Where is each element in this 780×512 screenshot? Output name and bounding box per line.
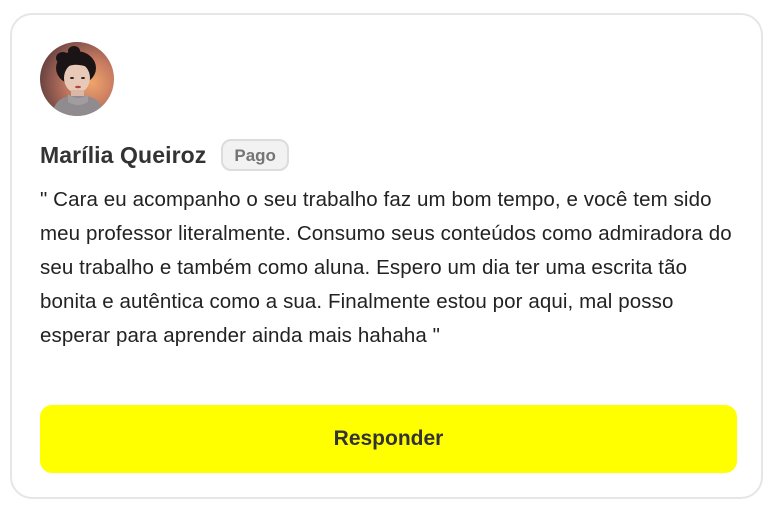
author-name[interactable]: Marília Queiroz: [40, 142, 206, 169]
comment-card: Marília Queiroz Pago " Cara eu acompanho…: [10, 13, 763, 499]
comment-text: " Cara eu acompanho o seu trabalho faz u…: [40, 188, 732, 347]
author-row: Marília Queiroz Pago: [40, 139, 289, 171]
reply-button[interactable]: Responder: [40, 405, 737, 473]
paid-badge: Pago: [221, 139, 289, 171]
avatar-portrait-image: [52, 46, 104, 116]
avatar[interactable]: [40, 42, 114, 116]
